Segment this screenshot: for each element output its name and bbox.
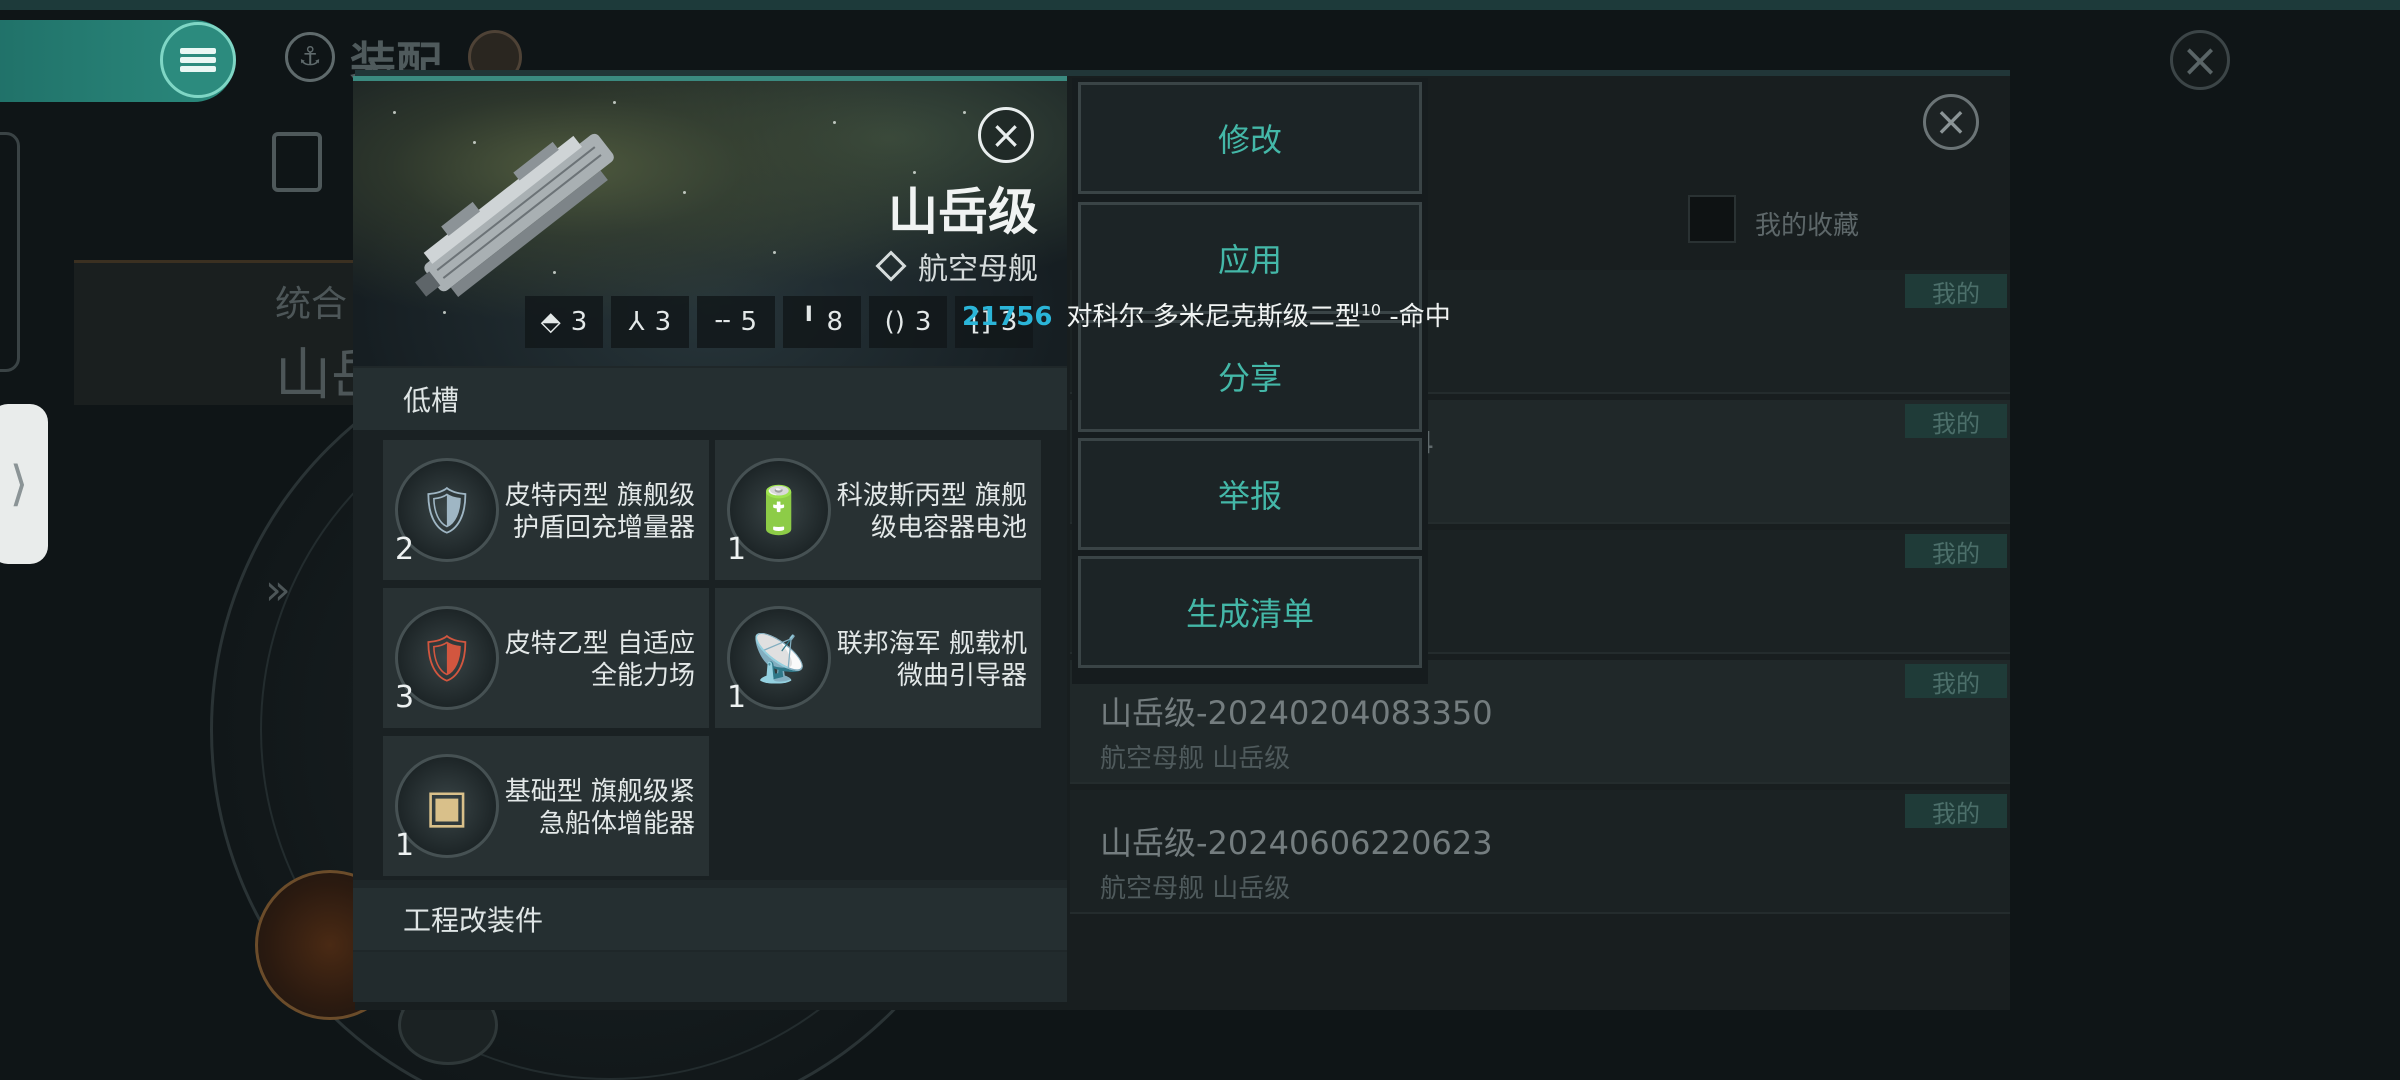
double-chevron-icon: » [265, 565, 291, 614]
damage-value: 21756 [962, 302, 1053, 332]
slot-stat-fighter: ⬘ 3 [525, 296, 603, 348]
slot-stat-low: () 3 [869, 296, 947, 348]
module-name: 皮特乙型 自适应全能力场 [504, 629, 695, 691]
combat-notification: 21756 对科尔 多米尼克斯级二型10 -命中 [962, 296, 1451, 333]
slot-value: 5 [740, 307, 758, 337]
top-strip [0, 0, 2400, 10]
ship-class-label: 航空母舰 [918, 252, 1038, 287]
drone-icon: ⅄ [628, 307, 645, 337]
module-quantity: 3 [395, 680, 415, 715]
module-card[interactable]: 🛡 2 皮特丙型 旗舰级护盾回充增量器 [383, 440, 709, 580]
slot-stats: ⬘ 3 ⅄ 3 ╌ 5 ╹ 8 () 3 [] 3 [525, 296, 1033, 348]
favorites-checkbox[interactable] [1688, 195, 1736, 243]
popup-close-icon[interactable]: × [978, 107, 1034, 163]
module-quantity: 1 [395, 828, 415, 863]
card-line-1: 统合 [275, 284, 348, 325]
menu-icon [180, 45, 216, 75]
module-quantity: 2 [395, 532, 415, 567]
fitting-subtitle: 航空母舰 山岳级 [1100, 744, 1291, 774]
slot-value: 3 [654, 307, 672, 337]
carrier-ship-icon [415, 133, 614, 297]
action-menu: 修改 应用 分享 举报 生成清单 [1072, 78, 1428, 684]
fighter-bay-icon: ⬘ [540, 307, 561, 337]
module-name: 联邦海军 舰载机微曲引导器 [836, 629, 1027, 691]
low-slot-icon: () [884, 307, 905, 337]
slot-value: 8 [826, 307, 844, 337]
fitting-icon: ⚓ [285, 32, 335, 82]
fitting-name: 山岳级-20240606220623 [1100, 824, 1493, 862]
low-slot-header: 低槽 [353, 368, 1067, 430]
owner-badge: 我的 [1905, 794, 2007, 828]
high-slot-icon: ╌ [714, 307, 731, 337]
target-level: 10 [1360, 300, 1382, 320]
expand-side-tab[interactable]: ⟩ [0, 404, 48, 564]
module-name: 基础型 旗舰级紧急船体增能器 [504, 777, 695, 839]
module-quantity: 1 [727, 532, 747, 567]
module-name: 科波斯丙型 旗舰级电容器电池 [836, 481, 1027, 543]
mid-slot-icon: ╹ [800, 307, 817, 337]
menu-button[interactable] [160, 22, 236, 98]
target-name: 对科尔 多米尼克斯级二型 [1066, 302, 1361, 332]
owner-badge: 我的 [1905, 404, 2007, 438]
screen-close-icon[interactable]: × [2170, 30, 2230, 90]
document-icon[interactable] [272, 132, 322, 192]
hit-result: -命中 [1381, 302, 1451, 332]
fitting-subtitle: 航空母舰 山岳级 [1100, 874, 1291, 904]
module-grid: 🛡 2 皮特丙型 旗舰级护盾回充增量器 🔋 1 科波斯丙型 旗舰级电容器电池 🛡… [353, 430, 1067, 880]
slot-value: 3 [570, 307, 588, 337]
left-side-panel [0, 132, 20, 372]
owner-badge: 我的 [1905, 664, 2007, 698]
share-button[interactable]: 分享 [1078, 320, 1422, 432]
engineering-header: 工程改装件 [353, 888, 1067, 950]
module-card[interactable]: 🛡 3 皮特乙型 自适应全能力场 [383, 588, 709, 728]
report-button[interactable]: 举报 [1078, 438, 1422, 550]
slot-stat-mid: ╹ 8 [783, 296, 861, 348]
ship-class: 航空母舰 [760, 244, 1038, 288]
module-name: 皮特丙型 旗舰级护盾回充增量器 [504, 481, 695, 543]
owner-badge: 我的 [1905, 274, 2007, 308]
list-close-icon[interactable]: × [1923, 94, 1979, 150]
modify-button[interactable]: 修改 [1078, 82, 1422, 194]
favorites-label: 我的收藏 [1755, 211, 1860, 241]
module-card[interactable]: 📡 1 联邦海军 舰载机微曲引导器 [715, 588, 1041, 728]
diamond-icon [875, 250, 907, 282]
chevron-right-icon: ⟩ [9, 456, 29, 512]
slot-stat-drone: ⅄ 3 [611, 296, 689, 348]
owner-badge: 我的 [1905, 534, 2007, 568]
fitting-name: 山岳级-20240204083350 [1100, 694, 1493, 732]
module-quantity: 1 [727, 680, 747, 715]
slot-stat-high: ╌ 5 [697, 296, 775, 348]
generate-list-button[interactable]: 生成清单 [1078, 556, 1422, 668]
slot-value: 3 [914, 307, 932, 337]
module-card[interactable]: ▣ 1 基础型 旗舰级紧急船体增能器 [383, 736, 709, 876]
ship-name: 山岳级 [888, 183, 1038, 241]
module-card[interactable]: 🔋 1 科波斯丙型 旗舰级电容器电池 [715, 440, 1041, 580]
popup-footer [353, 952, 1067, 1002]
